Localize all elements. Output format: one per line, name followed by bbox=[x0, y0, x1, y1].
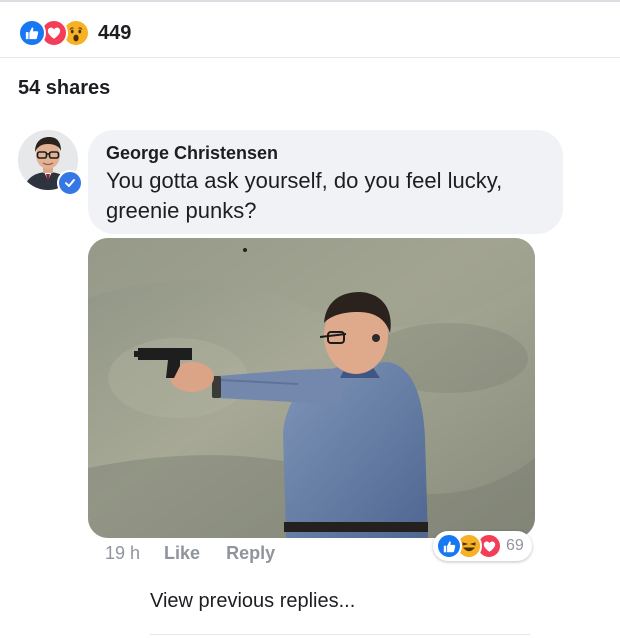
like-icon bbox=[436, 533, 462, 559]
reply-button[interactable]: Reply bbox=[226, 543, 275, 564]
comment-timestamp[interactable]: 19 h bbox=[105, 543, 140, 564]
like-button[interactable]: Like bbox=[164, 543, 200, 564]
comment-photo[interactable] bbox=[88, 238, 535, 538]
divider bbox=[0, 57, 620, 58]
comment-author[interactable]: George Christensen bbox=[106, 142, 545, 164]
verified-badge-icon bbox=[57, 170, 83, 196]
comment-reaction-count: 69 bbox=[506, 537, 524, 554]
like-icon bbox=[18, 19, 46, 47]
comment-reactions-pill[interactable]: 69 bbox=[433, 531, 532, 561]
comment-text: You gotta ask yourself, do you feel luck… bbox=[106, 168, 503, 223]
view-previous-replies-link[interactable]: View previous replies... bbox=[150, 590, 355, 613]
comment-bubble: George Christensen You gotta ask yoursel… bbox=[88, 130, 563, 234]
top-divider bbox=[0, 0, 620, 2]
reaction-count: 449 bbox=[98, 21, 132, 44]
bottom-divider bbox=[150, 634, 530, 635]
reaction-icons bbox=[18, 19, 90, 47]
shares-count-link[interactable]: 54 shares bbox=[18, 77, 110, 100]
post-reactions-summary[interactable]: 449 bbox=[18, 19, 132, 47]
comment-meta: 19 h Like Reply bbox=[105, 543, 301, 564]
